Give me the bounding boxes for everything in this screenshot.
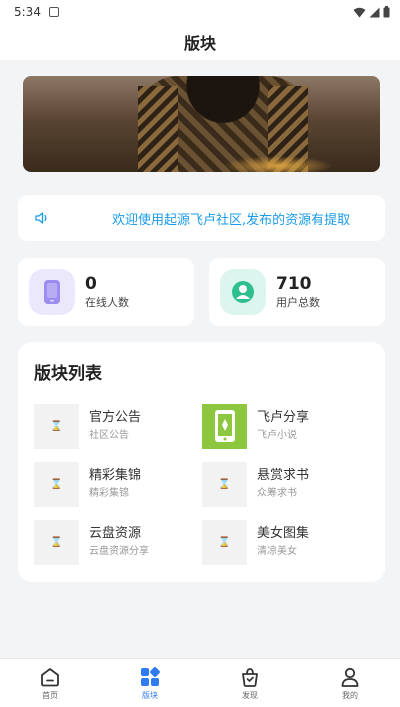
board-name: 官方公告 xyxy=(89,410,142,425)
wifi-icon xyxy=(353,7,366,17)
board-item-cloud-resources[interactable]: ⌛ 云盘资源 云盘资源分享 xyxy=(34,518,194,566)
users-stat-text: 710 用户总数 xyxy=(276,273,320,311)
board-item-book-request[interactable]: ⌛ 悬赏求书 众筹求书 xyxy=(202,460,362,508)
online-count: 0 xyxy=(85,274,97,294)
board-desc: 精彩集锦 xyxy=(89,488,129,499)
tab-label: 版块 xyxy=(142,690,158,700)
user-count-card: 710 用户总数 xyxy=(209,258,385,326)
discover-icon xyxy=(242,667,258,687)
status-time: 5:34 xyxy=(14,5,41,19)
tab-discover[interactable]: 发现 xyxy=(200,659,300,707)
banner-glow xyxy=(223,156,333,172)
board-desc: 众筹求书 xyxy=(257,488,297,499)
online-icon-wrap xyxy=(29,269,75,315)
page-title: 版块 xyxy=(183,34,216,53)
tab-label: 发现 xyxy=(242,690,258,700)
notice-bar[interactable]: 欢迎使用起源飞卢社区,发布的资源有提取 xyxy=(18,195,385,241)
tab-label: 首页 xyxy=(42,690,58,700)
board-list-title: 版块列表 xyxy=(34,364,102,384)
board-name: 云盘资源 xyxy=(89,526,142,541)
board-item-gallery[interactable]: ⌛ 美女图集 清凉美女 xyxy=(202,518,362,566)
bottom-tab-bar: 首页 版块 发现 我的 xyxy=(0,658,400,707)
board-item-highlights[interactable]: ⌛ 精彩集锦 精彩集锦 xyxy=(34,460,194,508)
status-bar: 5:34 xyxy=(0,0,400,24)
board-desc: 飞卢小说 xyxy=(257,430,297,441)
banner-armor-left xyxy=(138,86,178,172)
board-name: 悬赏求书 xyxy=(257,468,310,483)
tab-home[interactable]: 首页 xyxy=(0,659,100,707)
hourglass-icon: ⌛ xyxy=(202,461,247,507)
board-name: 精彩集锦 xyxy=(89,468,142,483)
hourglass-icon: ⌛ xyxy=(34,461,79,507)
hourglass-icon: ⌛ xyxy=(202,519,247,565)
online-label: 在线人数 xyxy=(85,296,129,309)
board-item-official-notice[interactable]: ⌛ 官方公告 社区公告 xyxy=(34,402,194,450)
board-desc: 清凉美女 xyxy=(257,546,297,557)
board-list-card: 版块列表 ⌛ 官方公告 社区公告 飞卢分享 飞卢小说 ⌛ 精彩集锦 精彩集锦 ⌛… xyxy=(18,342,385,582)
signal-icon xyxy=(369,7,380,17)
board-name: 飞卢分享 xyxy=(257,410,310,425)
notification-icon xyxy=(48,7,59,17)
hourglass-icon: ⌛ xyxy=(34,403,79,449)
battery-icon xyxy=(383,6,390,18)
notice-text: 欢迎使用起源飞卢社区,发布的资源有提取 xyxy=(112,212,351,228)
online-stat-text: 0 在线人数 xyxy=(85,273,129,311)
app-header: 版块 xyxy=(0,24,400,60)
phone-icon xyxy=(44,280,60,304)
online-count-card: 0 在线人数 xyxy=(18,258,194,326)
tab-label: 我的 xyxy=(342,690,358,700)
user-label: 用户总数 xyxy=(276,296,320,309)
users-icon-wrap xyxy=(220,269,266,315)
tab-mine[interactable]: 我的 xyxy=(300,659,400,707)
speaker-icon xyxy=(35,212,47,224)
board-item-feilu-share[interactable]: 飞卢分享 飞卢小说 xyxy=(202,402,362,450)
tab-boards[interactable]: 版块 xyxy=(100,659,200,707)
person-icon xyxy=(341,667,359,687)
user-count: 710 xyxy=(276,274,312,294)
phone-icon xyxy=(202,403,247,449)
grid-icon xyxy=(141,666,160,686)
board-name: 美女图集 xyxy=(257,526,310,541)
status-icons xyxy=(353,6,390,18)
hourglass-icon: ⌛ xyxy=(34,519,79,565)
board-desc: 社区公告 xyxy=(89,430,129,441)
home-icon xyxy=(41,667,59,686)
user-icon xyxy=(232,281,254,303)
banner-image[interactable] xyxy=(23,76,380,172)
board-desc: 云盘资源分享 xyxy=(89,546,149,557)
